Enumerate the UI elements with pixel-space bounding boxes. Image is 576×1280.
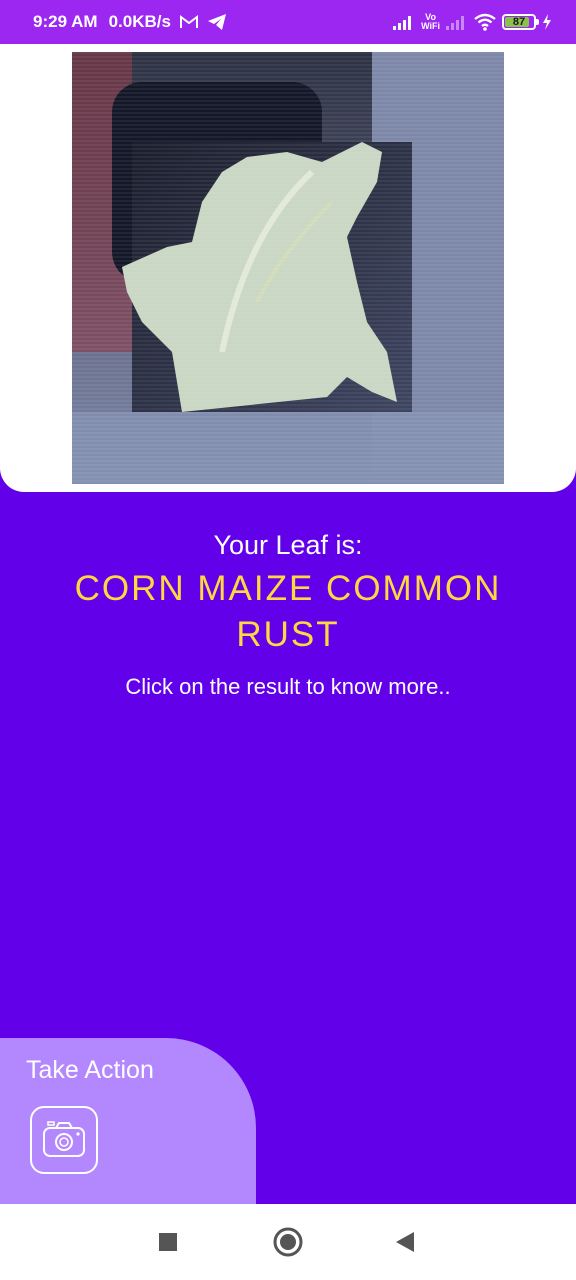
vowifi-icon: Vo WiFi xyxy=(421,13,440,31)
network-speed: 0.0KB/s xyxy=(108,12,171,31)
status-right: Vo WiFi 87 xyxy=(393,0,552,44)
camera-button[interactable] xyxy=(30,1106,98,1174)
navigation-bar xyxy=(0,1204,576,1280)
camera-icon xyxy=(43,1121,85,1157)
take-action-panel: Take Action xyxy=(0,1038,256,1204)
result-hint: Click on the result to know more.. xyxy=(125,674,451,699)
vowifi-bottom: WiFi xyxy=(421,21,440,31)
take-action-title: Take Action xyxy=(26,1056,154,1084)
gmail-icon xyxy=(179,15,198,28)
captured-leaf-image xyxy=(72,52,504,484)
image-card xyxy=(0,44,576,492)
status-left: 9:29 AM 0.0KB/s xyxy=(33,0,227,44)
recents-button[interactable] xyxy=(152,1226,184,1258)
result-heading: Your Leaf is: xyxy=(213,530,363,560)
charging-icon xyxy=(543,14,551,30)
battery-icon: 87 xyxy=(502,14,539,30)
home-icon xyxy=(273,1227,303,1257)
signal-weak-icon xyxy=(446,16,464,30)
status-bar: 9:29 AM 0.0KB/s Vo WiFi 87 xyxy=(0,0,576,44)
signal-icon xyxy=(393,16,412,30)
telegram-icon xyxy=(207,14,226,30)
wifi-icon xyxy=(474,13,496,31)
battery-level: 87 xyxy=(512,16,526,28)
back-icon xyxy=(396,1232,414,1252)
recents-icon xyxy=(159,1233,177,1251)
result-value-link[interactable]: CORN MAIZE COMMON RUST xyxy=(40,566,536,658)
status-time: 9:29 AM xyxy=(33,12,98,31)
back-button[interactable] xyxy=(390,1226,422,1258)
home-button[interactable] xyxy=(272,1226,304,1258)
